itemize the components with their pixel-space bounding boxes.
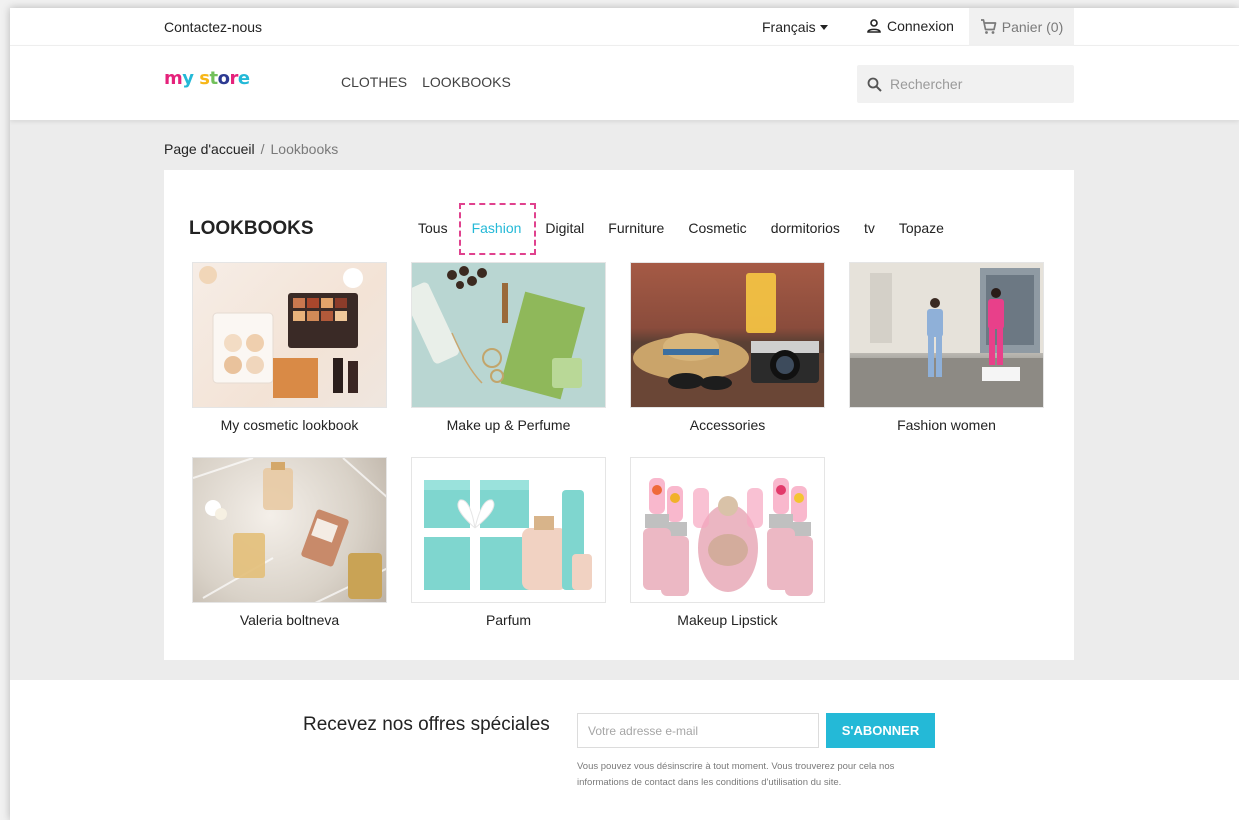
lookbook-image[interactable] — [192, 262, 387, 408]
logo-letter: s — [199, 68, 210, 89]
language-label: Français — [762, 19, 816, 35]
cart-icon — [980, 19, 997, 34]
filter-topaze[interactable]: Topaze — [899, 220, 944, 236]
logo-word-store: store — [199, 68, 250, 89]
nav-item-lookbooks[interactable]: LOOKBOOKS — [422, 74, 511, 90]
search-icon[interactable] — [867, 77, 882, 92]
lookbook-image[interactable] — [411, 262, 606, 408]
search-input[interactable] — [890, 76, 1060, 92]
lookbook-title[interactable]: Valeria boltneva — [192, 612, 387, 628]
nav-item-clothes[interactable]: CLOTHES — [341, 74, 407, 90]
filter-digital[interactable]: Digital — [545, 220, 584, 236]
lookbook-image[interactable] — [411, 457, 606, 603]
breadcrumb-home[interactable]: Page d'accueil — [164, 141, 255, 157]
logo-word-my: my — [164, 68, 194, 89]
lookbook-card[interactable]: Make up & Perfume — [411, 262, 606, 433]
search-box — [857, 65, 1074, 103]
language-selector[interactable]: Français — [762, 19, 828, 35]
newsletter-title: Recevez nos offres spéciales — [303, 714, 550, 735]
top-bar: Contactez-nous Français Connexion Panier… — [10, 8, 1239, 46]
lookbook-title[interactable]: Parfum — [411, 612, 606, 628]
lookbook-image[interactable] — [192, 457, 387, 603]
browser-page: Contactez-nous Français Connexion Panier… — [10, 8, 1239, 820]
lookbook-image[interactable] — [630, 262, 825, 408]
lookbook-card[interactable]: Accessories — [630, 262, 825, 433]
site-header: my store CLOTHES LOOKBOOKS — [10, 46, 1239, 120]
lookbook-image[interactable] — [849, 262, 1044, 408]
newsletter-note: Vous pouvez vous désinscrire à tout mome… — [577, 761, 895, 788]
store-logo[interactable]: my store — [164, 68, 250, 89]
lookbook-title[interactable]: Make up & Perfume — [411, 417, 606, 433]
lookbook-title[interactable]: My cosmetic lookbook — [192, 417, 387, 433]
logo-letter: m — [164, 68, 183, 89]
lookbook-card[interactable]: Valeria boltneva — [192, 457, 387, 628]
email-field[interactable] — [577, 713, 819, 748]
filter-fashion[interactable]: Fashion — [458, 203, 536, 255]
logo-letter: y — [182, 68, 194, 89]
lookbook-image[interactable] — [630, 457, 825, 603]
user-icon — [867, 19, 881, 33]
lookbook-card[interactable]: My cosmetic lookbook — [192, 262, 387, 433]
breadcrumb: Page d'accueil / Lookbooks — [164, 141, 338, 157]
logo-letter: e — [237, 68, 250, 89]
lookbook-title[interactable]: Fashion women — [849, 417, 1044, 433]
filter-furniture[interactable]: Furniture — [608, 220, 664, 236]
lookbook-card[interactable]: Makeup Lipstick — [630, 457, 825, 628]
cart-label: Panier (0) — [1001, 19, 1064, 35]
lookbook-title[interactable]: Makeup Lipstick — [630, 612, 825, 628]
breadcrumb-separator: / — [260, 141, 265, 157]
filter-cosmetic[interactable]: Cosmetic — [688, 220, 746, 236]
breadcrumb-current: Lookbooks — [270, 141, 339, 157]
filter-tv[interactable]: tv — [864, 220, 875, 236]
category-filters: Tous Fashion Digital Furniture Cosmetic … — [418, 203, 968, 255]
logo-letter: o — [217, 68, 230, 89]
lookbook-card[interactable]: Fashion women — [849, 262, 1044, 433]
login-label: Connexion — [887, 18, 954, 34]
login-link[interactable]: Connexion — [866, 18, 954, 34]
contact-link[interactable]: Contactez-nous — [164, 19, 262, 35]
filter-tous[interactable]: Tous — [418, 220, 448, 236]
cart-button[interactable]: Panier (0) — [969, 8, 1074, 46]
logo-letter: r — [229, 68, 238, 89]
section-title: LOOKBOOKS — [189, 218, 314, 239]
subscribe-button[interactable]: S'ABONNER — [826, 713, 935, 748]
main-nav: CLOTHES LOOKBOOKS — [341, 74, 511, 90]
logo-letter: t — [209, 68, 219, 89]
filter-dormitorios[interactable]: dormitorios — [771, 220, 840, 236]
lookbook-title[interactable]: Accessories — [630, 417, 825, 433]
newsletter-section: Recevez nos offres spéciales S'ABONNER V… — [10, 680, 1239, 820]
lookbook-card[interactable]: Parfum — [411, 457, 606, 628]
lookbooks-section: LOOKBOOKS Tous Fashion Digital Furniture… — [164, 170, 1074, 660]
caret-down-icon — [819, 25, 828, 30]
